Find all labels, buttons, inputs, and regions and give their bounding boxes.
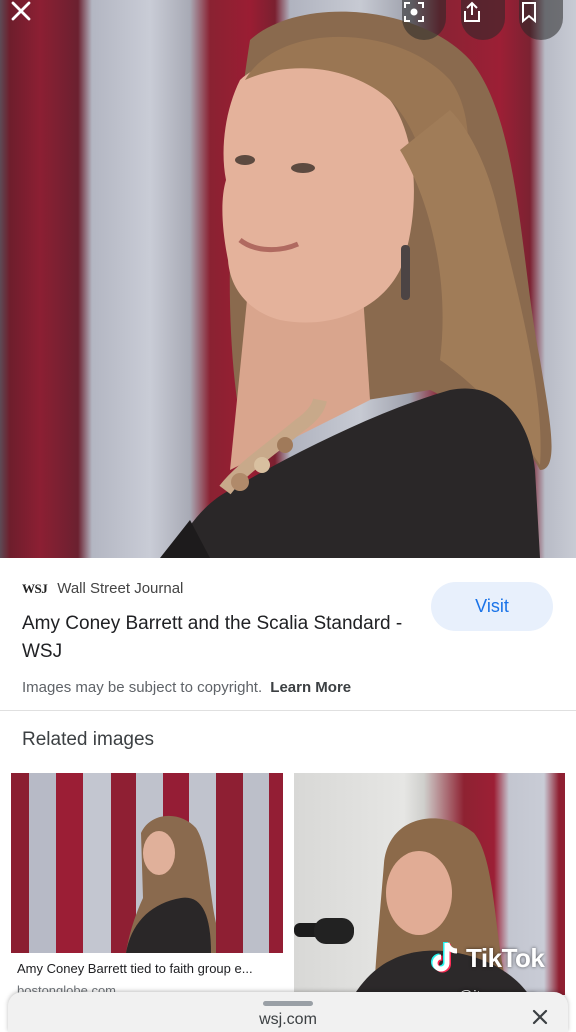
related-image-1-illustration <box>126 815 216 953</box>
drag-handle[interactable] <box>263 1001 313 1006</box>
bottom-sheet-domain: wsj.com <box>259 1011 317 1028</box>
tiktok-brand-text: TikTok <box>466 942 545 973</box>
copyright-notice: Images may be subject to copyright. Lear… <box>22 679 351 696</box>
related-images-heading: Related images <box>22 729 155 750</box>
visit-button[interactable]: Visit <box>431 582 553 631</box>
result-title[interactable]: Amy Coney Barrett and the Scalia Standar… <box>22 610 422 666</box>
close-button[interactable] <box>10 0 54 30</box>
bottom-sheet-close-button[interactable] <box>531 1008 549 1032</box>
learn-more-link[interactable]: Learn More <box>270 679 351 696</box>
source-row[interactable]: WSJ Wall Street Journal <box>22 580 183 597</box>
source-logo: WSJ <box>22 580 48 596</box>
tiktok-watermark: TikTok <box>428 940 545 976</box>
bookmark-icon <box>522 2 536 24</box>
source-name: Wall Street Journal <box>57 580 184 597</box>
lens-icon <box>404 2 424 22</box>
divider <box>0 710 576 711</box>
share-icon <box>464 1 480 22</box>
tiktok-logo-icon <box>431 942 458 973</box>
close-icon <box>532 1009 548 1025</box>
main-image[interactable] <box>0 0 576 558</box>
copyright-text: Images may be subject to copyright. <box>22 679 263 696</box>
close-icon <box>11 1 31 21</box>
related-image-1[interactable] <box>11 773 283 953</box>
related-image-1-caption[interactable]: Amy Coney Barrett tied to faith group e.… <box>17 961 279 976</box>
portrait-illustration <box>160 11 552 558</box>
